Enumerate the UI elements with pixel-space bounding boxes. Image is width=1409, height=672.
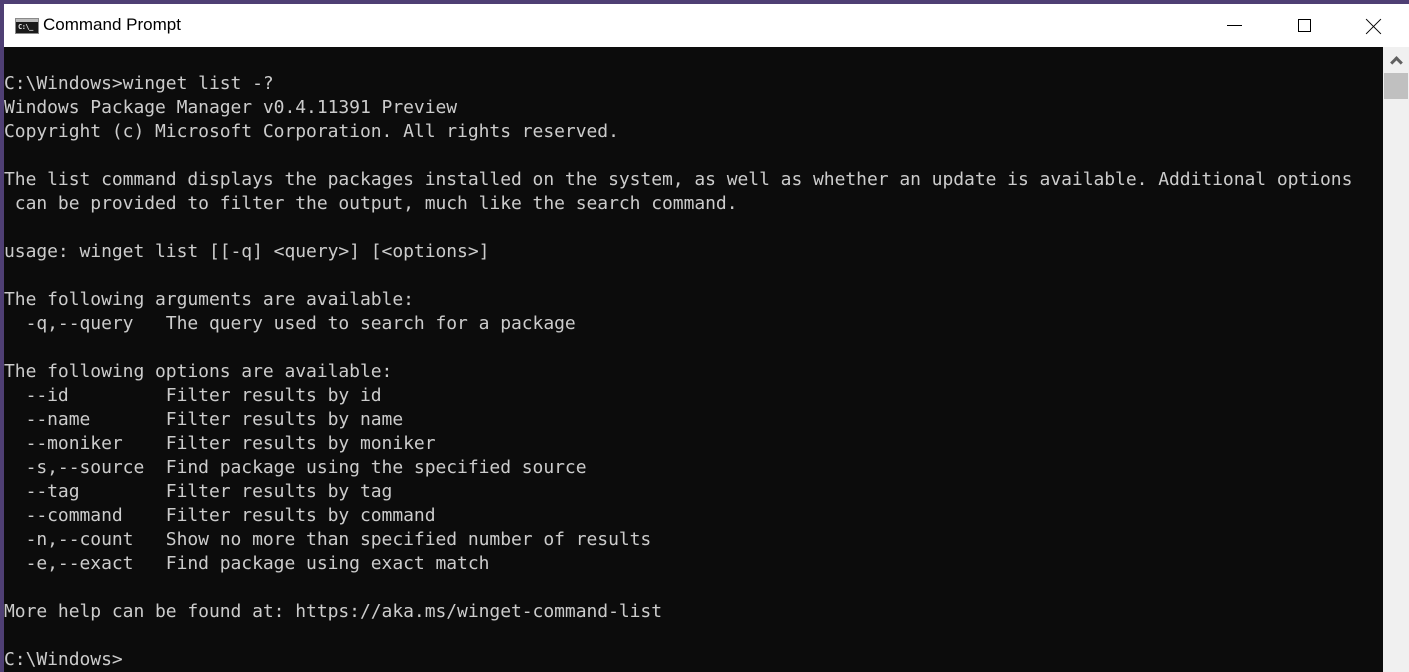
console-output[interactable]: C:\Windows>winget list -? Windows Package… [4,47,1383,672]
minimize-button[interactable] [1199,4,1269,47]
console-line: --id Filter results by id [4,385,382,406]
close-icon [1366,18,1382,34]
console-line: The following arguments are available: [4,289,414,310]
console-line: -e,--exact Find package using exact matc… [4,553,490,574]
console-line: --name Filter results by name [4,409,404,430]
console-line: -n,--count Show no more than specified n… [4,529,652,550]
console-line: The following options are available: [4,361,393,382]
maximize-icon [1297,19,1311,32]
vertical-scrollbar[interactable] [1383,47,1409,672]
title-bar[interactable]: C:\_ Command Prompt [4,4,1409,47]
console-line: C:\Windows>winget list -? [4,73,274,94]
scroll-up-button[interactable] [1383,47,1409,71]
console-line: --moniker Filter results by moniker [4,433,436,454]
console-line: Copyright (c) Microsoft Corporation. All… [4,121,619,142]
console-text: C:\Windows>winget list -? Windows Package… [4,72,1352,672]
app-icon-glyph: C:\_ [18,23,33,31]
chevron-up-icon [1389,55,1403,69]
console-line: The list command displays the packages i… [4,169,1353,190]
close-button[interactable] [1339,4,1409,47]
command-prompt-icon[interactable]: C:\_ [15,18,39,34]
console-line: -s,--source Find package using the speci… [4,457,587,478]
console-line: Windows Package Manager v0.4.11391 Previ… [4,97,458,118]
console-line: can be provided to filter the output, mu… [4,193,738,214]
maximize-button[interactable] [1269,4,1339,47]
console-line: -q,--query The query used to search for … [4,313,576,334]
command-prompt-window: C:\_ Command Prompt C:\Windows>winget li… [4,4,1409,672]
window-title: Command Prompt [43,15,181,34]
minimize-icon [1226,25,1242,26]
console-line: More help can be found at: https://aka.m… [4,601,663,622]
console-line: --command Filter results by command [4,505,436,526]
console-line: --tag Filter results by tag [4,481,393,502]
console-line: usage: winget list [[-q] <query>] [<opti… [4,241,490,262]
scrollbar-thumb[interactable] [1384,73,1408,99]
console-line: C:\Windows> [4,649,123,670]
